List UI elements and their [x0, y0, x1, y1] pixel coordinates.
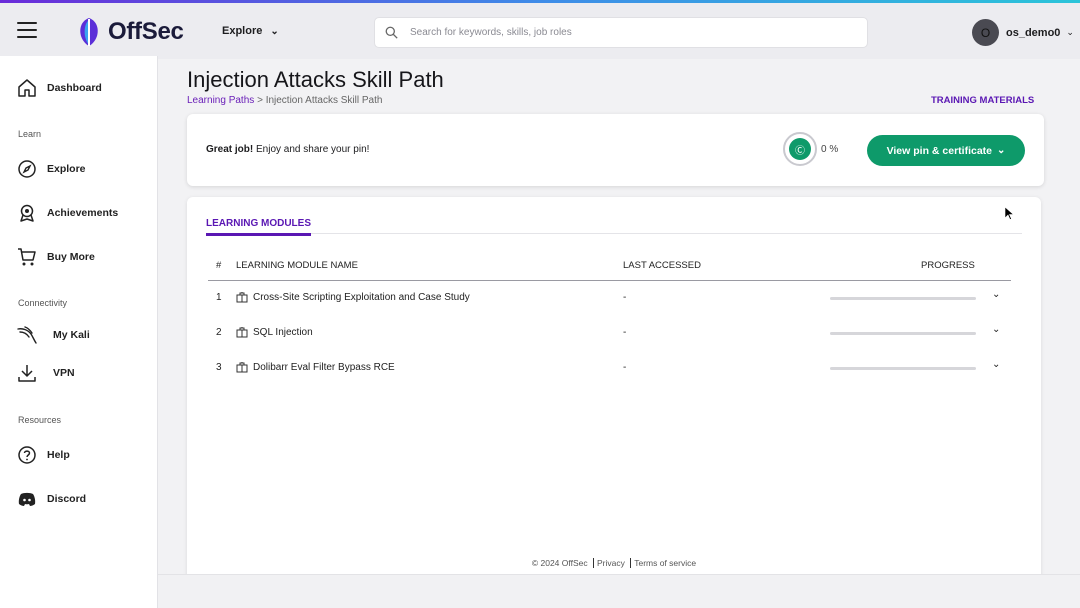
sidebar-item-my-kali[interactable]: My Kali — [17, 325, 90, 345]
kali-dragon-icon — [17, 326, 37, 344]
explore-label: Explore — [222, 25, 263, 37]
table-row[interactable]: 3 Dolibarr Eval Filter Bypass RCE - ⌄ — [208, 351, 1011, 385]
brand-name: OffSec — [108, 18, 184, 45]
module-icon — [236, 362, 248, 373]
explore-dropdown[interactable]: Explore ⌄ — [222, 25, 279, 37]
username: os_demo0 — [1006, 26, 1061, 39]
footer-divider — [630, 558, 632, 568]
award-icon — [20, 204, 34, 222]
terms-link[interactable]: Terms of service — [634, 558, 696, 568]
pin-badge-icon: Ⓒ — [789, 138, 811, 160]
sidebar-item-achievements[interactable]: Achievements — [17, 203, 118, 223]
compass-icon — [18, 160, 36, 178]
progress-bar — [830, 332, 976, 335]
offsec-logo-icon — [76, 17, 102, 47]
sidebar-item-buy-more[interactable]: Buy More — [17, 247, 95, 267]
pin-message-text: Enjoy and share your pin! — [253, 144, 370, 155]
progress-bar — [830, 297, 976, 300]
table-header: # LEARNING MODULE NAME LAST ACCESSED PRO… — [208, 253, 1011, 281]
pin-message: Great job! Enjoy and share your pin! — [206, 144, 369, 155]
page-title: Injection Attacks Skill Path — [187, 67, 444, 92]
sidebar-item-label: Dashboard — [47, 82, 102, 94]
progress-bar — [830, 367, 976, 370]
chevron-down-icon: ⌄ — [997, 145, 1006, 156]
offsec-logo[interactable]: OffSec — [76, 17, 184, 47]
view-pin-certificate-label: View pin & certificate — [886, 144, 993, 157]
sidebar-item-label: Buy More — [47, 251, 95, 263]
table-row[interactable]: 2 SQL Injection - ⌄ — [208, 316, 1011, 350]
column-header-name: LEARNING MODULE NAME — [236, 260, 358, 271]
search-icon — [385, 26, 398, 39]
sidebar-item-discord[interactable]: Discord — [17, 489, 86, 509]
top-bar: OffSec Explore ⌄ O os_demo0 ⌄ — [0, 0, 1080, 59]
sidebar-item-label: Help — [47, 449, 70, 461]
module-name: Dolibarr Eval Filter Bypass RCE — [253, 362, 395, 373]
sidebar-item-vpn[interactable]: VPN — [17, 363, 75, 383]
sidebar-item-label: Achievements — [47, 207, 119, 219]
hamburger-menu-icon[interactable] — [17, 22, 37, 38]
pin-progress-text: 0 % — [821, 144, 839, 155]
section-learn: Learn — [18, 129, 42, 139]
chevron-down-icon: ⌄ — [270, 25, 279, 37]
bottom-strip — [158, 574, 1080, 608]
search-input[interactable] — [410, 27, 850, 38]
breadcrumb-current: Injection Attacks Skill Path — [265, 95, 383, 106]
view-pin-certificate-button[interactable]: View pin & certificate ⌄ — [867, 135, 1025, 166]
breadcrumb-learning-paths[interactable]: Learning Paths — [187, 95, 254, 106]
cart-icon — [18, 248, 36, 266]
tab-bar: LEARNING MODULES — [206, 213, 1022, 236]
breadcrumb: Learning Paths > Injection Attacks Skill… — [187, 95, 382, 106]
copyright: © 2024 OffSec — [531, 558, 588, 568]
row-number: 1 — [216, 292, 222, 303]
sidebar-item-label: Explore — [47, 163, 86, 175]
avatar[interactable]: O — [972, 19, 999, 46]
chevron-down-icon: ⌄ — [1066, 27, 1074, 37]
pin-card: Great job! Enjoy and share your pin! Ⓒ 0… — [187, 114, 1044, 186]
footer: © 2024 OffSec Privacy Terms of service — [187, 558, 1041, 568]
avatar-initial: O — [980, 25, 991, 40]
section-resources: Resources — [18, 415, 62, 425]
chevron-down-icon[interactable]: ⌄ — [992, 289, 1000, 300]
breadcrumb-separator: > — [257, 95, 263, 106]
mouse-cursor-icon — [1005, 207, 1014, 220]
sidebar: Dashboard Learn Explore Achievements Buy… — [0, 56, 158, 608]
sidebar-item-label: My Kali — [53, 329, 90, 341]
last-accessed: - — [623, 327, 627, 338]
sidebar-item-dashboard[interactable]: Dashboard — [17, 78, 102, 98]
last-accessed: - — [623, 292, 627, 303]
modules-card: LEARNING MODULES # LEARNING MODULE NAME … — [187, 197, 1041, 597]
privacy-link[interactable]: Privacy — [597, 558, 625, 568]
tab-learning-modules[interactable]: LEARNING MODULES — [206, 218, 311, 236]
footer-divider — [592, 558, 594, 568]
discord-icon — [18, 492, 36, 506]
section-connectivity: Connectivity — [18, 298, 68, 308]
sidebar-item-help[interactable]: Help — [17, 445, 70, 465]
sidebar-item-label: VPN — [53, 367, 75, 379]
row-number: 3 — [216, 362, 222, 373]
chevron-down-icon[interactable]: ⌄ — [992, 324, 1000, 335]
training-materials-link[interactable]: TRAINING MATERIALS — [931, 95, 1034, 106]
row-number: 2 — [216, 327, 222, 338]
home-icon — [18, 79, 36, 97]
module-name: Cross-Site Scripting Exploitation and Ca… — [253, 292, 470, 303]
pin-message-bold: Great job! — [206, 144, 254, 155]
module-name: SQL Injection — [253, 327, 313, 338]
table-row[interactable]: 1 Cross-Site Scripting Exploitation and … — [208, 281, 1011, 315]
chevron-down-icon[interactable]: ⌄ — [992, 359, 1000, 370]
module-icon — [236, 327, 248, 338]
last-accessed: - — [623, 362, 627, 373]
column-header-progress: PROGRESS — [921, 260, 975, 271]
help-icon — [18, 446, 36, 464]
column-header-num: # — [216, 260, 222, 271]
module-icon — [236, 292, 248, 303]
sidebar-item-label: Discord — [47, 493, 87, 505]
column-header-accessed: LAST ACCESSED — [623, 260, 701, 271]
download-icon — [18, 365, 36, 382]
sidebar-item-explore[interactable]: Explore — [17, 159, 86, 179]
pin-progress-ring: Ⓒ — [783, 132, 817, 166]
search-bar[interactable] — [374, 17, 868, 48]
user-menu[interactable]: O os_demo0 ⌄ — [972, 19, 1074, 46]
